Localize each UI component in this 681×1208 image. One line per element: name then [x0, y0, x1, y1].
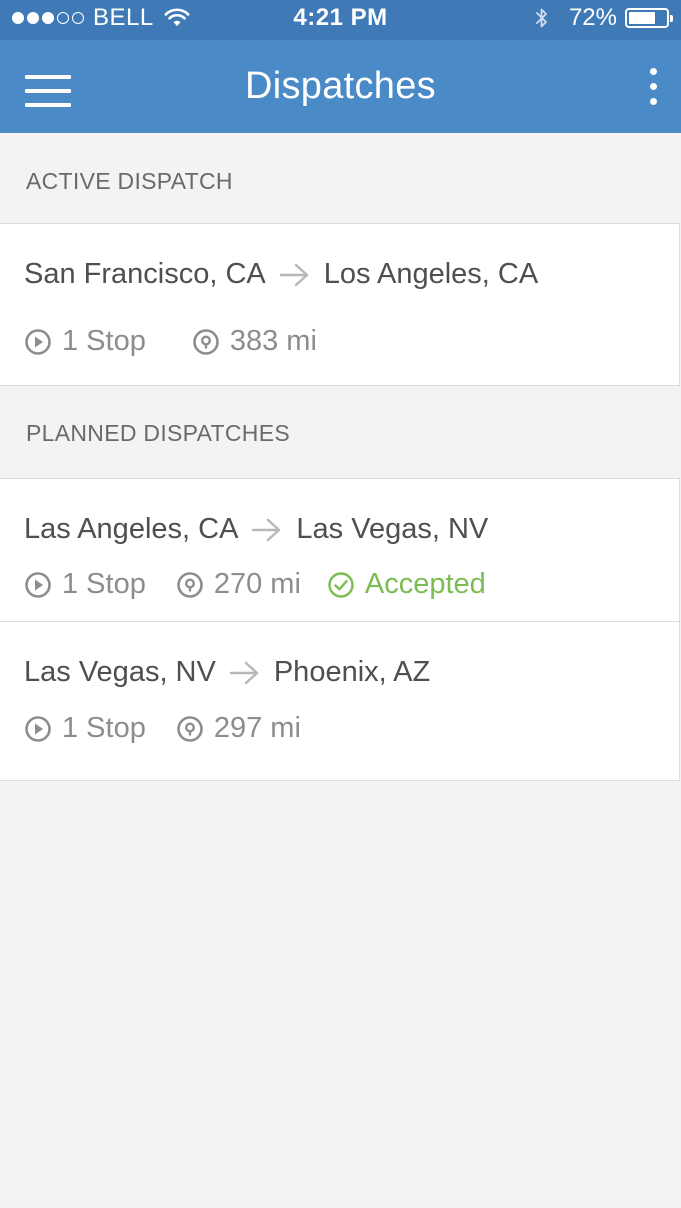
more-vertical-icon[interactable]	[647, 68, 659, 108]
location-pin-icon	[192, 328, 220, 356]
destination-city: Phoenix, AZ	[273, 656, 431, 688]
distance-info: 270 mi	[176, 568, 301, 601]
origin-city: San Francisco, CA	[24, 258, 266, 290]
location-pin-icon	[176, 571, 204, 599]
dispatch-item[interactable]: Las Vegas, NV Phoenix, AZ 1 Stop 297 mi	[0, 621, 679, 780]
stops-info: 1 Stop	[24, 568, 146, 601]
app-bar: Dispatches	[0, 40, 681, 133]
distance-info: 383 mi	[192, 325, 317, 358]
arrow-right-icon	[229, 660, 261, 686]
stops-count: 1 Stop	[62, 568, 146, 600]
check-circle-icon	[327, 571, 355, 599]
stops-info: 1 Stop	[24, 712, 146, 745]
distance: 383 mi	[229, 325, 317, 357]
arrow-right-icon	[279, 262, 311, 288]
origin-city: Las Vegas, NV	[24, 656, 216, 688]
planned-dispatches-header: PLANNED DISPATCHES	[26, 420, 290, 446]
status-right: 72%	[535, 0, 673, 36]
dispatch-meta: 1 Stop 383 mi	[24, 325, 317, 358]
status-bar: BELL 4:21 PM 72%	[0, 0, 681, 40]
bluetooth-icon	[535, 6, 549, 30]
destination-city: Las Vegas, NV	[296, 513, 489, 545]
route: San Francisco, CA Los Angeles, CA	[24, 258, 538, 291]
status-badge: Accepted	[327, 568, 486, 601]
status-text: Accepted	[364, 568, 486, 600]
play-circle-icon	[24, 715, 52, 743]
distance: 270 mi	[213, 568, 301, 600]
page-title: Dispatches	[245, 65, 436, 107]
stops-count: 1 Stop	[62, 712, 146, 744]
dispatch-item[interactable]: San Francisco, CA Los Angeles, CA 1 Stop	[0, 224, 679, 385]
stops-count: 1 Stop	[62, 325, 146, 357]
dispatch-meta: 1 Stop 297 mi	[24, 712, 301, 745]
origin-city: Las Angeles, CA	[24, 513, 239, 545]
active-dispatch-card: San Francisco, CA Los Angeles, CA 1 Stop	[0, 223, 680, 386]
route: Las Vegas, NV Phoenix, AZ	[24, 656, 430, 689]
active-dispatch-header: ACTIVE DISPATCH	[26, 168, 233, 194]
distance: 297 mi	[213, 712, 301, 744]
arrow-right-icon	[251, 517, 283, 543]
destination-city: Los Angeles, CA	[323, 258, 539, 290]
stops-info: 1 Stop	[24, 325, 146, 358]
dispatch-item[interactable]: Las Angeles, CA Las Vegas, NV 1 Stop 270…	[0, 479, 679, 621]
play-circle-icon	[24, 328, 52, 356]
dispatch-meta: 1 Stop 270 mi Accepted	[24, 568, 486, 601]
battery-icon	[625, 8, 673, 28]
distance-info: 297 mi	[176, 712, 301, 745]
location-pin-icon	[176, 715, 204, 743]
battery-percent: 72%	[568, 4, 617, 31]
play-circle-icon	[24, 571, 52, 599]
planned-dispatches-card: Las Angeles, CA Las Vegas, NV 1 Stop 270…	[0, 478, 680, 781]
route: Las Angeles, CA Las Vegas, NV	[24, 513, 488, 546]
